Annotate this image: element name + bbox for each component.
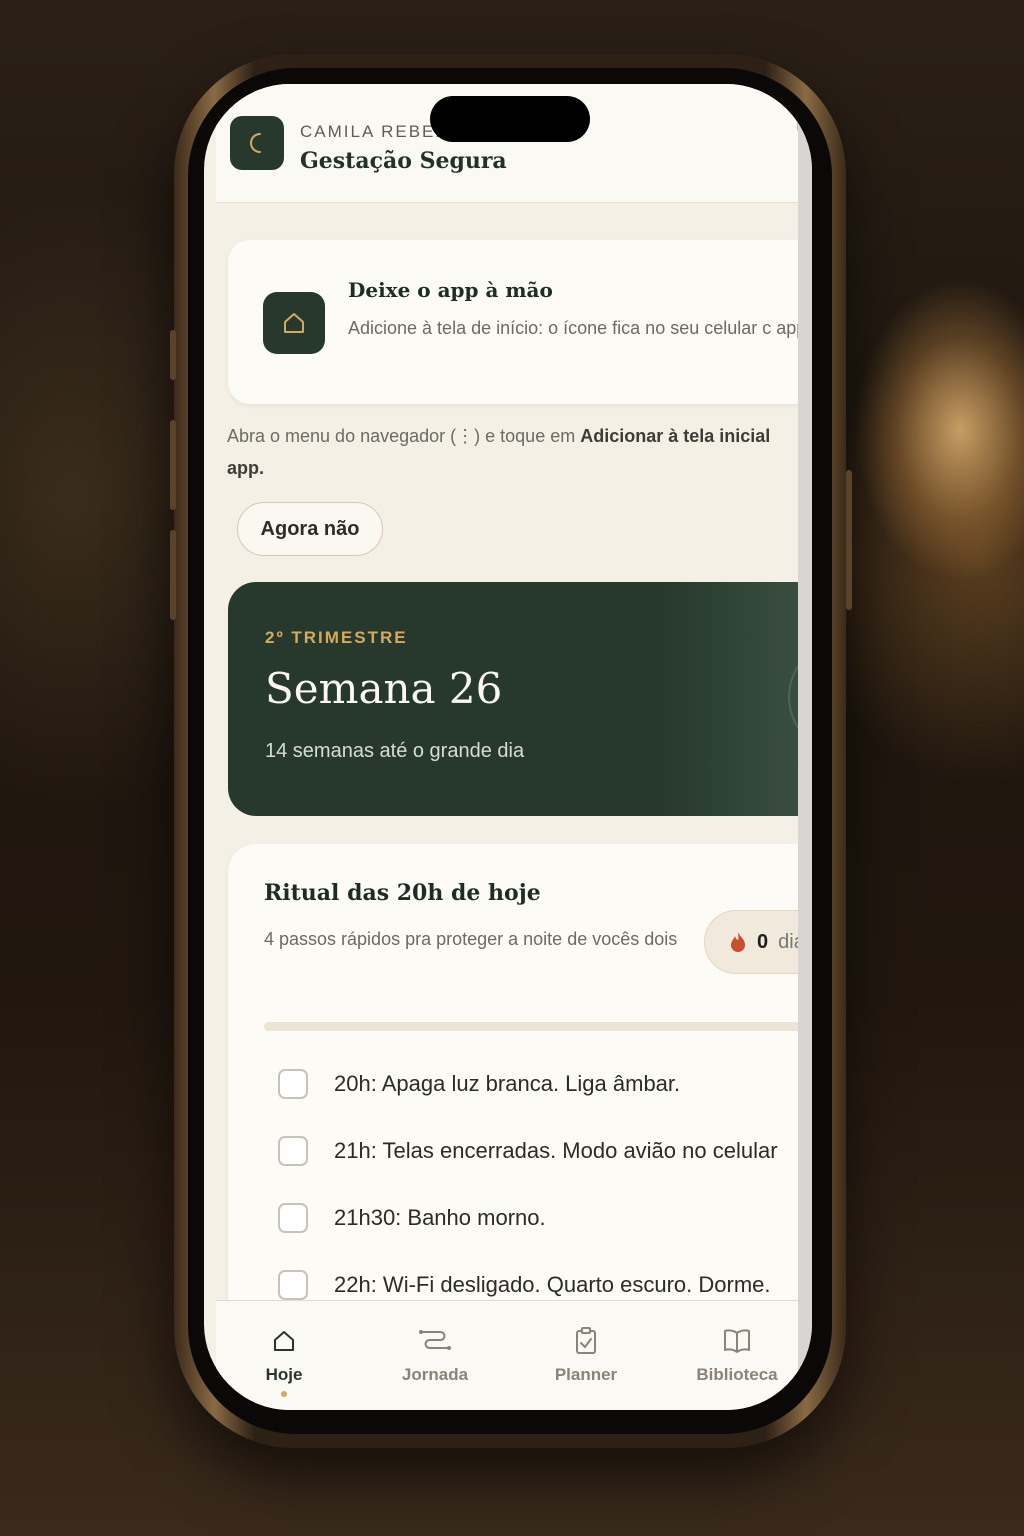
instructions-bold: Adicionar à tela inicial (580, 426, 771, 446)
clipboard-icon (576, 1327, 596, 1354)
bottom-nav: Hoje Jornada Planner Biblioteca (216, 1300, 800, 1410)
phone-side-button (170, 330, 176, 380)
home-icon (274, 1331, 294, 1351)
nav-item-hoje[interactable]: Hoje (229, 1323, 339, 1397)
install-card: Deixe o app à mão Adicione à tela de iní… (228, 240, 800, 404)
not-now-button[interactable]: Agora não (237, 502, 383, 556)
install-icon-tile (263, 292, 325, 354)
weeks-remaining: 14 semanas até o grande dia (265, 740, 525, 762)
step-checkbox[interactable] (278, 1202, 308, 1233)
instructions-prefix: Abra o menu do navegador (⋮) e toque em (227, 426, 581, 446)
ritual-step[interactable]: 20h: Apaga luz branca. Liga âmbar. (278, 1050, 800, 1117)
instructions-suffix: app. (227, 458, 265, 478)
home-icon (284, 313, 304, 333)
step-label: 21h30: Banho morno. (334, 1204, 546, 1230)
trimester-label: 2º TRIMESTRE (265, 628, 408, 647)
flame-icon (731, 932, 745, 952)
active-indicator (281, 1391, 287, 1397)
nav-item-planner[interactable]: Planner (531, 1323, 641, 1385)
ritual-card: Ritual das 20h de hoje 4 passos rápidos … (228, 844, 800, 1364)
app-logo[interactable] (230, 116, 284, 170)
ritual-step[interactable]: 21h: Telas encerradas. Modo avião no cel… (278, 1117, 800, 1184)
ritual-title: Ritual das 20h de hoje (264, 880, 541, 906)
dynamic-island (430, 96, 590, 142)
nav-label: Hoje (265, 1365, 303, 1384)
app-title: Gestação Segura (300, 148, 507, 174)
step-checkbox[interactable] (278, 1068, 308, 1099)
streak-unit: dia (778, 930, 800, 953)
step-label: 20h: Apaga luz branca. Liga âmbar. (334, 1070, 681, 1096)
step-checkbox[interactable] (278, 1135, 308, 1166)
step-checkbox[interactable] (278, 1269, 308, 1300)
app-viewport: CAMILA REBEL Gestação Segura F Deixe o a… (216, 84, 800, 1410)
ritual-progress-bar (264, 1022, 800, 1031)
step-label: 21h: Telas encerradas. Modo avião no cel… (334, 1137, 778, 1163)
phone-side-button (170, 530, 176, 620)
moon-icon (250, 133, 261, 153)
screen-edge (798, 84, 812, 1410)
install-instructions: Abra o menu do navegador (⋮) e toque em … (227, 420, 800, 484)
ritual-step[interactable]: 21h30: Banho morno. (278, 1184, 800, 1251)
phone-side-button (170, 420, 176, 510)
book-icon (724, 1329, 750, 1353)
week-card[interactable]: 2º TRIMESTRE Semana 26 14 semanas até o … (228, 582, 800, 816)
step-label: 22h: Wi-Fi desligado. Quarto escuro. Dor… (334, 1271, 771, 1297)
phone-screen: CAMILA REBEL Gestação Segura F Deixe o a… (204, 84, 812, 1410)
nav-label: Jornada (401, 1365, 469, 1384)
install-description: Adicione à tela de início: o ícone fica … (348, 318, 800, 338)
ritual-steps: 20h: Apaga luz branca. Liga âmbar. 21h: … (278, 1050, 800, 1318)
streak-count: 0 (757, 930, 769, 953)
nav-label: Planner (554, 1365, 618, 1384)
week-title: Semana 26 (265, 664, 503, 713)
user-name: CAMILA REBEL (300, 122, 447, 141)
nav-label: Biblioteca (696, 1365, 778, 1384)
phone-side-button (846, 470, 852, 610)
ritual-subtitle: 4 passos rápidos pra proteger a noite de… (264, 929, 678, 949)
install-title: Deixe o app à mão (348, 278, 553, 302)
streak-badge[interactable]: 0 dia (704, 910, 800, 974)
nav-item-jornada[interactable]: Jornada (380, 1323, 490, 1385)
nav-item-biblioteca[interactable]: Biblioteca (682, 1323, 792, 1385)
path-icon (419, 1330, 451, 1350)
